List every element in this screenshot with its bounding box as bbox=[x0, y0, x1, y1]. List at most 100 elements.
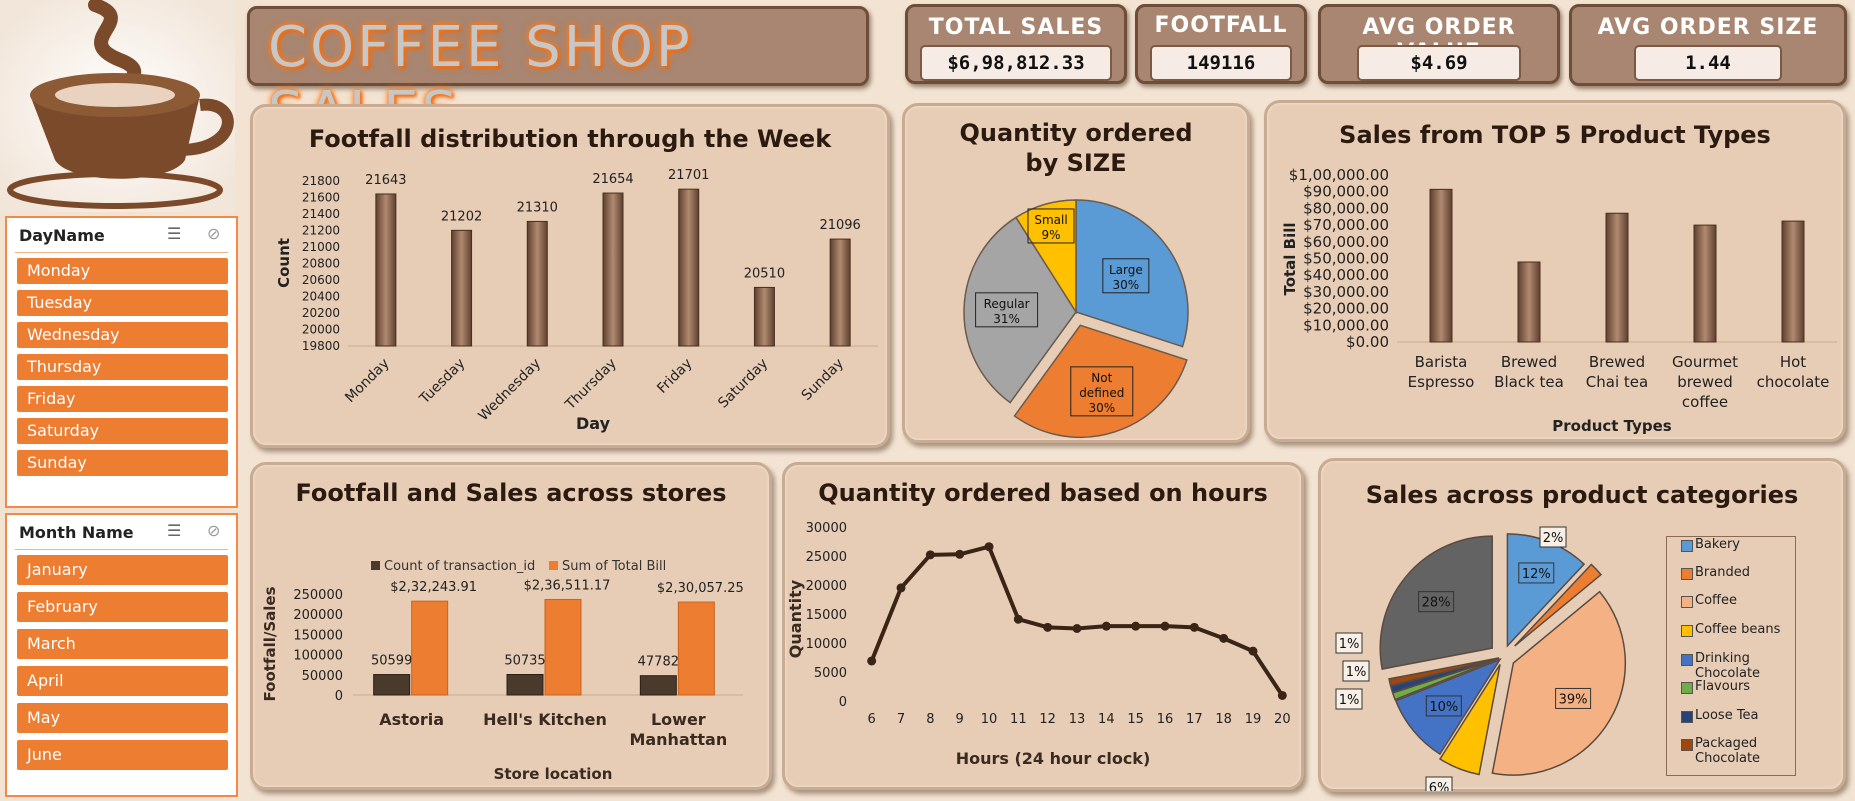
legend-item: Branded bbox=[1681, 565, 1805, 580]
chart-title: Sales across product categories bbox=[1365, 481, 1799, 509]
data-point bbox=[1160, 621, 1170, 631]
legend-swatch bbox=[1681, 568, 1693, 580]
series-line bbox=[869, 544, 1285, 697]
label-text: 39% bbox=[1559, 692, 1588, 707]
data-label: 21096 bbox=[819, 218, 860, 233]
y-tick-label: 100000 bbox=[293, 649, 343, 664]
slicer-item-may[interactable]: May bbox=[17, 703, 228, 733]
label-text: 1% bbox=[1339, 637, 1360, 652]
slicer-item-thursday[interactable]: Thursday bbox=[17, 354, 228, 380]
data-point bbox=[1219, 633, 1229, 643]
bar bbox=[602, 192, 624, 347]
y-tick-label: 10000 bbox=[806, 637, 847, 652]
x-tick-label: Monday bbox=[342, 356, 392, 406]
data-point bbox=[1277, 690, 1287, 700]
y-axis-title: Quantity bbox=[786, 579, 805, 658]
legend-swatch bbox=[1681, 540, 1693, 552]
kpi-value: 149116 bbox=[1150, 45, 1292, 81]
bar bbox=[375, 193, 397, 347]
month-slicer: Month Name ☰ ⊘ January February March April… bbox=[5, 513, 238, 797]
data-point bbox=[896, 583, 906, 593]
y-tick-label: 30000 bbox=[806, 521, 847, 536]
top5-chart: $0.00$10,000.00$20,000.00$30,000.00$40,0… bbox=[1281, 166, 1837, 435]
legend-label: Coffee beans bbox=[1695, 622, 1781, 637]
data-point bbox=[867, 656, 877, 666]
y-tick-label: 21200 bbox=[302, 224, 340, 238]
legend-swatch bbox=[1681, 711, 1693, 723]
legend-item: Packaged Chocolate bbox=[1681, 736, 1805, 766]
coffee-cup-logo bbox=[0, 0, 235, 212]
size-pie-chart: Large30%Notdefined30%Regular31%Small9% bbox=[963, 199, 1189, 439]
categories-legend: Bakery Branded Coffee Coffee beans Drinking … bbox=[1666, 536, 1796, 776]
x-axis-title: Day bbox=[576, 414, 611, 433]
multi-select-icon[interactable]: ☰ bbox=[167, 224, 181, 243]
data-point bbox=[984, 542, 994, 552]
slicer-item-wednesday[interactable]: Wednesday bbox=[17, 322, 228, 348]
y-tick-label: 50000 bbox=[302, 669, 343, 684]
legend-swatch bbox=[1681, 625, 1693, 637]
slicer-divider bbox=[15, 549, 228, 550]
legend-swatch bbox=[549, 561, 558, 570]
kpi-value: $4.69 bbox=[1357, 45, 1521, 81]
slicer-item-april[interactable]: April bbox=[17, 666, 228, 696]
x-tick-label: Astoria bbox=[379, 710, 444, 729]
y-tick-label: $50,000.00 bbox=[1303, 250, 1389, 268]
slicer-divider bbox=[15, 252, 228, 253]
bar bbox=[1781, 220, 1805, 343]
legend-label: Coffee bbox=[1695, 593, 1737, 608]
label-text: defined bbox=[1079, 386, 1124, 400]
label-text: Regular bbox=[984, 297, 1030, 311]
chart-title: Quantity ordered by SIZE bbox=[959, 119, 1193, 177]
y-tick-label: $20,000.00 bbox=[1303, 300, 1389, 318]
label-text: 12% bbox=[1522, 567, 1551, 582]
slicer-item-march[interactable]: March bbox=[17, 629, 228, 659]
slicer-item-february[interactable]: February bbox=[17, 592, 228, 622]
clear-filter-icon[interactable]: ⊘ bbox=[207, 224, 220, 243]
y-tick-label: 15000 bbox=[806, 608, 847, 623]
bar bbox=[411, 600, 449, 696]
label-text: 10% bbox=[1429, 700, 1458, 715]
x-tick-label: 10 bbox=[981, 712, 998, 727]
footfall-week-chart: 19800 20000 20200 20400 20600 20800 21000 21200… bbox=[275, 168, 878, 433]
legend-label: Count of transaction_id bbox=[384, 559, 535, 574]
bar bbox=[1605, 212, 1629, 343]
legend-item: Coffee bbox=[1681, 593, 1805, 608]
x-tick-label: 6 bbox=[868, 712, 876, 727]
legend-label: Loose Tea bbox=[1695, 708, 1759, 723]
data-label: 50735 bbox=[504, 654, 545, 669]
label-text: 1% bbox=[1339, 693, 1360, 708]
slicer-header: Month Name bbox=[19, 523, 134, 542]
y-tick-label: $30,000.00 bbox=[1303, 283, 1389, 301]
stores-panel: Footfall and Sales across stores 0 50000 1… bbox=[250, 462, 772, 790]
label-text: 31% bbox=[993, 312, 1020, 326]
y-tick-label: 20600 bbox=[302, 273, 340, 287]
multi-select-icon[interactable]: ☰ bbox=[167, 521, 181, 540]
slicer-item-friday[interactable]: Friday bbox=[17, 386, 228, 412]
bar bbox=[373, 674, 411, 696]
slicer-item-saturday[interactable]: Saturday bbox=[17, 418, 228, 444]
chart-title: Quantity ordered based on hours bbox=[818, 479, 1268, 507]
slicer-item-tuesday[interactable]: Tuesday bbox=[17, 290, 228, 316]
kpi-avg-order-value: AVG ORDER VALUE $4.69 bbox=[1318, 4, 1560, 84]
y-tick-label: 21800 bbox=[302, 174, 340, 188]
label-text: 2% bbox=[1543, 531, 1564, 546]
slicer-item-june[interactable]: June bbox=[17, 740, 228, 770]
legend-swatch bbox=[1681, 682, 1693, 694]
x-axis-title: Hours (24 hour clock) bbox=[956, 749, 1151, 768]
label-text: 1% bbox=[1346, 665, 1367, 680]
slice-label: 1% bbox=[1335, 688, 1363, 710]
clear-filter-icon[interactable]: ⊘ bbox=[207, 521, 220, 540]
footfall-week-panel: Footfall distribution through the Week 1… bbox=[250, 104, 890, 448]
kpi-avg-order-size: AVG ORDER SIZE 1.44 bbox=[1569, 4, 1847, 86]
slice-label: 1% bbox=[1342, 660, 1370, 682]
slicer-item-monday[interactable]: Monday bbox=[17, 258, 228, 284]
x-tick-label: 13 bbox=[1069, 712, 1086, 727]
title-banner: COFFEE SHOP SALES bbox=[247, 6, 869, 145]
x-tick-label: Barista bbox=[1415, 353, 1468, 371]
slicer-item-sunday[interactable]: Sunday bbox=[17, 450, 228, 476]
x-tick-label: Hot bbox=[1780, 353, 1806, 371]
x-tick-label: 9 bbox=[956, 712, 964, 727]
slicer-item-january[interactable]: January bbox=[17, 555, 228, 585]
bar bbox=[677, 601, 715, 696]
x-tick-label: Thursday bbox=[562, 356, 620, 414]
